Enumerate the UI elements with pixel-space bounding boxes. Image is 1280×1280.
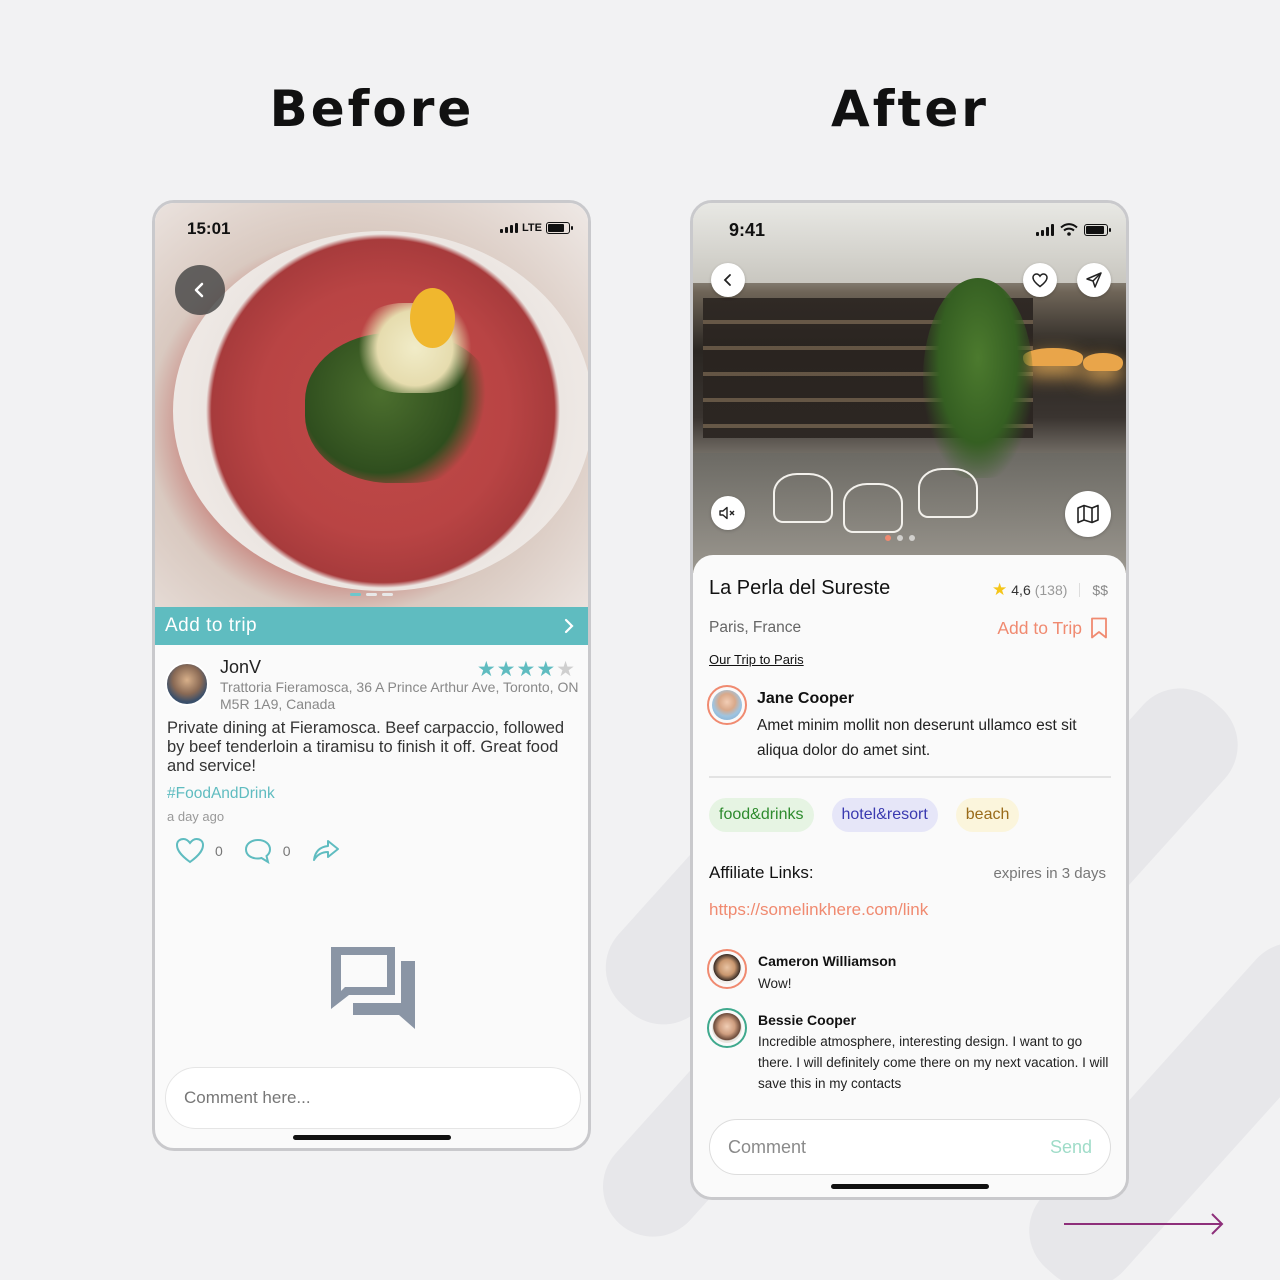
author-avatar[interactable] <box>707 685 747 725</box>
comment-input[interactable]: Comment Send <box>709 1119 1111 1175</box>
send-icon <box>1086 272 1102 288</box>
place-details-sheet: La Perla del Sureste ★ 4,6 (138) $$ Pari… <box>693 555 1126 1197</box>
post-actions: 0 0 <box>175 837 341 865</box>
status-time: 9:41 <box>729 220 766 240</box>
tag-hotel-resort[interactable]: hotel&resort <box>831 798 938 832</box>
status-time: 15:01 <box>187 219 231 238</box>
like-count: 0 <box>215 843 223 859</box>
affiliate-label: Affiliate Links: <box>709 863 814 882</box>
rating-count: (138) <box>1034 582 1068 598</box>
comment-count: 0 <box>282 843 291 859</box>
divider <box>709 776 1111 778</box>
tag-list: food&drinks hotel&resort beach <box>709 798 1020 832</box>
map-icon <box>1077 504 1099 524</box>
username[interactable]: JonV <box>220 657 261 678</box>
battery-icon <box>546 222 573 234</box>
commenter-name[interactable]: Bessie Cooper <box>758 1012 856 1028</box>
author-text: Amet minim mollit non deserunt ullamco e… <box>757 717 1077 759</box>
network-label: LTE <box>522 222 542 234</box>
comment-placeholder: Comment here... <box>184 1088 311 1107</box>
heart-icon[interactable] <box>175 837 205 865</box>
chat-bubbles-icon <box>331 947 415 1029</box>
signal-icon <box>1036 223 1054 236</box>
commenter-avatar[interactable] <box>707 1008 747 1048</box>
status-icons: LTE <box>500 222 573 234</box>
signal-icon <box>500 223 519 233</box>
chevron-right-icon <box>564 618 574 634</box>
commenter-avatar[interactable] <box>707 949 747 989</box>
commenter-name[interactable]: Cameron Williamson <box>758 953 896 969</box>
mute-button[interactable] <box>711 496 745 530</box>
after-phone-screen: 9:41 La Perla del Sureste ★ 4,6 (138) $$… <box>690 200 1129 1200</box>
share-icon[interactable] <box>311 837 341 865</box>
add-to-trip-button[interactable]: Add to trip <box>155 607 588 645</box>
carousel-dots <box>885 535 915 541</box>
affiliate-expiry: expires in 3 days <box>993 865 1106 882</box>
star-empty-icon: ★ <box>556 658 576 681</box>
add-to-trip-label: Add to trip <box>165 615 258 636</box>
wifi-icon <box>1060 223 1078 236</box>
home-indicator <box>830 1184 989 1189</box>
author-name[interactable]: Jane Cooper <box>757 690 854 708</box>
price-level: $$ <box>1092 582 1108 598</box>
tag-beach[interactable]: beach <box>955 798 1020 832</box>
chevron-left-icon <box>723 274 731 286</box>
home-indicator <box>292 1135 451 1140</box>
tag-food-drinks[interactable]: food&drinks <box>709 798 814 832</box>
carousel-dots <box>350 593 393 596</box>
rating-value: 4,6 <box>1011 582 1031 598</box>
post-text: Private dining at Fieramosca. Beef carpa… <box>167 719 565 775</box>
trip-link[interactable]: Our Trip to Paris <box>709 652 804 667</box>
address: Trattoria Fieramosca, 36 A Prince Arthur… <box>220 679 579 712</box>
back-button[interactable] <box>711 263 745 297</box>
battery-icon <box>1084 223 1111 236</box>
comment-text: Incredible atmosphere, interesting desig… <box>758 1034 1109 1091</box>
before-heading: Before <box>269 80 475 138</box>
bookmark-icon <box>1091 617 1107 639</box>
affiliate-link[interactable]: https://somelinkhere.com/link <box>709 900 928 920</box>
after-heading: After <box>831 80 989 138</box>
comment-placeholder: Comment <box>728 1136 807 1157</box>
avatar[interactable] <box>165 662 209 706</box>
arrow-right-icon <box>1064 1213 1224 1235</box>
comment-icon[interactable] <box>243 837 273 865</box>
rating-summary: ★ 4,6 (138) $$ <box>992 580 1108 600</box>
add-to-trip-label: Add to Trip <box>997 617 1082 638</box>
map-button[interactable] <box>1065 491 1111 537</box>
status-icons <box>1036 223 1111 236</box>
timestamp: a day ago <box>167 809 225 824</box>
share-button[interactable] <box>1077 263 1111 297</box>
heart-icon <box>1032 272 1048 287</box>
location: Paris, France <box>709 619 802 636</box>
before-phone-screen: 15:01 LTE Add to trip JonV ★★★★★ Trattor… <box>152 200 591 1151</box>
add-to-trip-button[interactable]: Add to Trip <box>997 617 1108 639</box>
cafe-photo <box>693 203 1126 573</box>
star-icon: ★★★★ <box>476 658 557 681</box>
comment-input[interactable]: Comment here... <box>165 1067 581 1129</box>
star-icon: ★ <box>992 580 1008 599</box>
place-name: La Perla del Sureste <box>709 577 891 599</box>
hashtag-link[interactable]: #FoodAndDrink <box>167 785 275 803</box>
speaker-muted-icon <box>719 506 735 520</box>
comment-text: Wow! <box>758 976 792 991</box>
chevron-left-icon <box>194 282 204 298</box>
back-button[interactable] <box>175 265 225 315</box>
food-photo <box>155 203 588 607</box>
favorite-button[interactable] <box>1023 263 1057 297</box>
send-button[interactable]: Send <box>1050 1137 1092 1158</box>
